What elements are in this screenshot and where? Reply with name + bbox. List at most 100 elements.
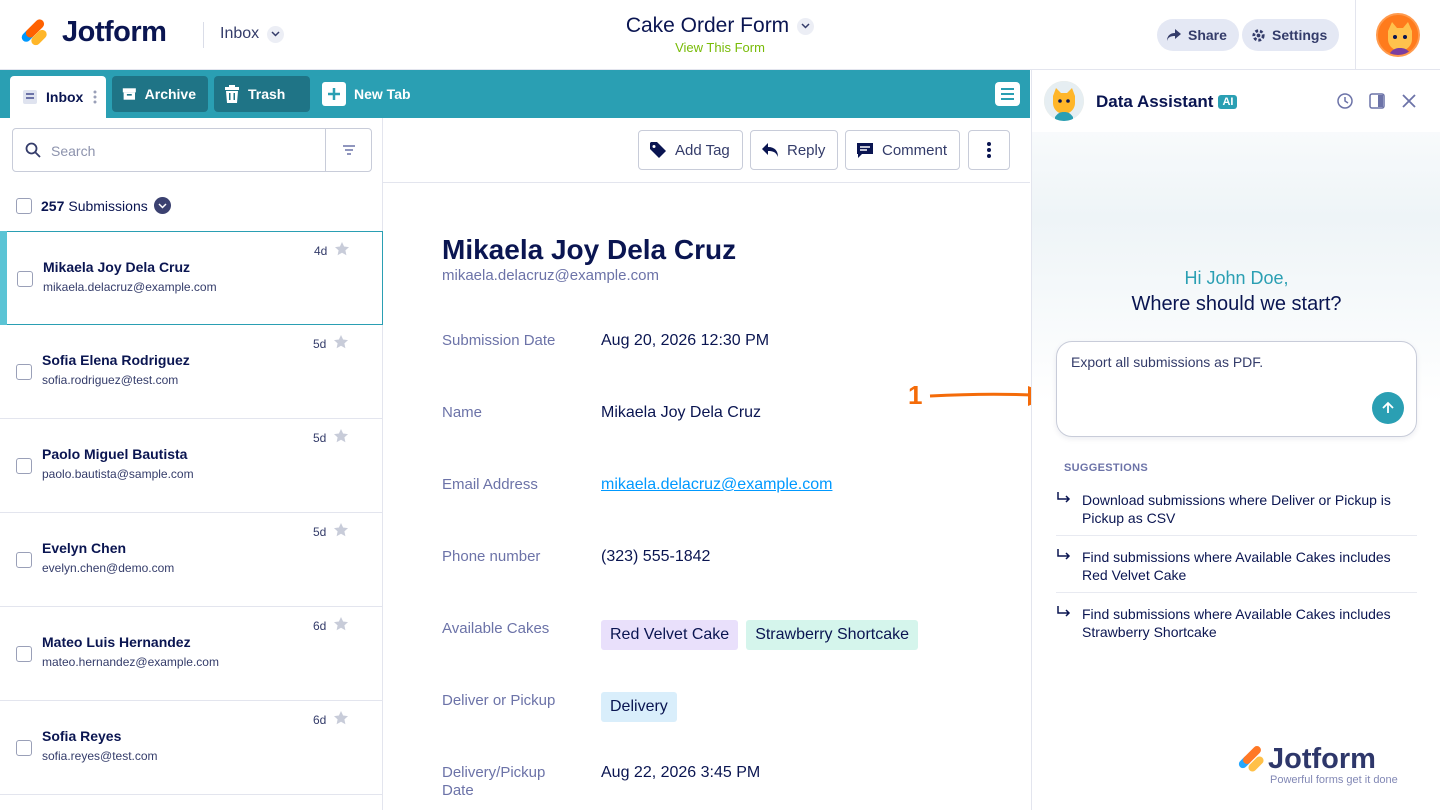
new-tab-label: New Tab (354, 86, 411, 102)
tab-inbox[interactable]: Inbox (10, 76, 106, 118)
submitter-email: paolo.bautista@sample.com (42, 467, 194, 481)
suggestion-item[interactable]: Find submissions where Available Cakes i… (1056, 597, 1417, 649)
send-button[interactable] (1372, 392, 1404, 424)
assistant-title-text: Data Assistant (1096, 92, 1214, 111)
inbox-dropdown-label: Inbox (220, 25, 260, 42)
reply-button[interactable]: Reply (750, 130, 839, 170)
star-icon[interactable] (333, 334, 349, 350)
jotform-tagline: Powerful forms get it done (1270, 774, 1398, 786)
row-checkbox[interactable] (16, 458, 32, 474)
list-item[interactable]: Sofia Reyes sofia.reyes@test.com 6d (0, 701, 383, 795)
form-title[interactable]: Cake Order Form (626, 14, 815, 38)
header-divider (1355, 0, 1356, 70)
kebab-menu-icon (987, 142, 991, 158)
submission-age: 4d (314, 244, 328, 258)
assistant-title: Data Assistant AI (1096, 92, 1238, 112)
reply-icon (762, 143, 778, 157)
jotform-wordmark: Jotform (62, 16, 167, 48)
submitter-email: evelyn.chen@demo.com (42, 561, 175, 575)
archive-icon (122, 88, 136, 100)
header-divider (203, 22, 204, 48)
dock-panel-icon[interactable] (1368, 92, 1386, 110)
submission-count-row: 257 Submissions (16, 197, 171, 214)
list-item[interactable]: Mikaela Joy Dela Cruz mikaela.delacruz@e… (0, 231, 383, 325)
tab-archive-label: Archive (144, 86, 196, 102)
row-checkbox[interactable] (16, 552, 32, 568)
tab-inbox-label: Inbox (46, 89, 84, 105)
list-item[interactable]: Evelyn Chen evelyn.chen@demo.com 5d (0, 513, 383, 607)
submission-age: 5d (313, 431, 327, 445)
tab-trash[interactable]: Trash (214, 76, 310, 112)
more-options-button[interactable] (968, 130, 1010, 170)
jotform-watermark-logo: Jotform Powerful forms get it done (1234, 742, 1398, 786)
submitter-name: Sofia Reyes (42, 728, 122, 744)
share-button[interactable]: Share (1157, 19, 1239, 51)
star-icon[interactable] (333, 428, 349, 444)
list-item[interactable]: Sofia Elena Rodriguez sofia.rodriguez@te… (0, 325, 383, 419)
suggestion-item[interactable]: Download submissions where Deliver or Pi… (1056, 483, 1417, 536)
list-item[interactable]: Paolo Miguel Bautista paolo.bautista@sam… (0, 419, 383, 513)
tag-icon (650, 142, 666, 158)
star-icon[interactable] (333, 710, 349, 726)
trash-icon (225, 85, 239, 103)
row-checkbox[interactable] (16, 364, 32, 380)
hamburger-icon (1001, 88, 1014, 100)
comment-label: Comment (882, 141, 948, 159)
submission-list: Mikaela Joy Dela Cruz mikaela.delacruz@e… (0, 231, 383, 795)
row-checkbox[interactable] (16, 646, 32, 662)
history-icon[interactable] (1336, 92, 1354, 110)
select-all-checkbox[interactable] (16, 197, 32, 214)
drag-handle-icon[interactable] (93, 89, 97, 105)
email-link[interactable]: mikaela.delacruz@example.com (601, 476, 832, 493)
close-icon[interactable] (1400, 92, 1418, 110)
search-placeholder: Search (51, 143, 96, 159)
panel-menu-button[interactable] (995, 82, 1020, 106)
comment-icon (857, 142, 873, 158)
view-form-link[interactable]: View This Form (540, 40, 900, 55)
ai-badge: AI (1218, 95, 1238, 109)
reply-label: Reply (787, 141, 826, 159)
new-tab-button[interactable]: New Tab (322, 76, 411, 112)
row-checkbox[interactable] (16, 740, 32, 756)
submission-detail: Mikaela Joy Dela Cruz mikaela.delacruz@e… (383, 183, 1030, 810)
star-icon[interactable] (334, 241, 350, 257)
suggestions-heading: SUGGESTIONS (1064, 462, 1148, 474)
row-checkbox[interactable] (17, 271, 33, 287)
field-value: Aug 20, 2026 12:30 PM (601, 332, 770, 349)
search-icon (25, 142, 41, 158)
star-icon[interactable] (333, 522, 349, 538)
prompt-text: Export all submissions as PDF. (1071, 354, 1264, 370)
data-assistant-panel: Data Assistant AI Hi John Doe, Where sho… (1031, 70, 1440, 810)
inbox-dropdown[interactable]: Inbox (220, 25, 285, 43)
star-icon[interactable] (333, 616, 349, 632)
top-header: Jotform Inbox Cake Order Form View This … (0, 0, 1440, 70)
form-title-area: Cake Order Form View This Form (540, 14, 900, 55)
gear-icon (1252, 28, 1265, 42)
list-item[interactable]: Mateo Luis Hernandez mateo.hernandez@exa… (0, 607, 383, 701)
arrow-up-icon (1382, 401, 1394, 413)
assistant-prompt-input[interactable]: Export all submissions as PDF. (1056, 341, 1417, 437)
submission-age: 6d (313, 713, 327, 727)
user-avatar[interactable] (1376, 13, 1420, 57)
cake-chip: Red Velvet Cake (601, 620, 739, 650)
suggestion-item[interactable]: Find submissions where Available Cakes i… (1056, 540, 1417, 593)
jotform-logo[interactable]: Jotform (18, 16, 167, 49)
return-arrow-icon (1057, 549, 1071, 560)
submitter-name: Mikaela Joy Dela Cruz (43, 259, 191, 275)
search-input[interactable]: Search (12, 128, 372, 172)
plus-icon (322, 82, 346, 106)
filter-button[interactable] (325, 129, 371, 171)
field-value: Aug 22, 2026 3:45 PM (601, 764, 761, 781)
suggestion-text: Download submissions where Deliver or Pi… (1082, 492, 1391, 526)
chevron-down-icon[interactable] (153, 197, 171, 214)
comment-button[interactable]: Comment (845, 130, 961, 170)
add-tag-button[interactable]: Add Tag (638, 130, 743, 170)
submission-count-label: Submissions (68, 197, 148, 214)
settings-button[interactable]: Settings (1242, 19, 1340, 51)
tab-archive[interactable]: Archive (112, 76, 208, 112)
field-label: Name (442, 404, 483, 421)
submission-count: 257 (41, 197, 65, 214)
field-label: Deliver or Pickup (442, 692, 556, 709)
assistant-greeting: Hi John Doe, (1184, 268, 1289, 288)
field-label: Submission Date (442, 332, 556, 349)
